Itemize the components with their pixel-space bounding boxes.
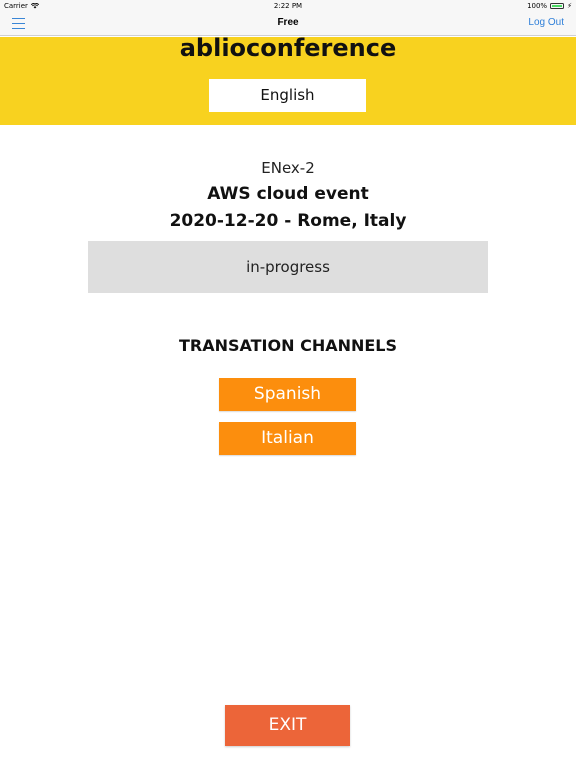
event-code: ENex-2 bbox=[261, 159, 315, 177]
event-status-badge: in-progress bbox=[88, 241, 488, 293]
exit-button[interactable]: EXIT bbox=[225, 705, 350, 746]
status-bar: Carrier 2:22 PM 100% ⚡ bbox=[0, 0, 576, 12]
channels-heading: TRANSATION CHANNELS bbox=[178, 336, 398, 355]
channel-button-italian[interactable]: Italian bbox=[219, 422, 356, 455]
language-selector[interactable]: English bbox=[209, 79, 366, 112]
battery-percent: 100% bbox=[527, 2, 548, 10]
brand-title: ablioconference bbox=[179, 34, 397, 62]
event-date-location: 2020-12-20 - Rome, Italy bbox=[169, 211, 407, 231]
battery-group: 100% ⚡ bbox=[527, 2, 572, 10]
charging-icon: ⚡ bbox=[567, 2, 572, 10]
channel-button-spanish[interactable]: Spanish bbox=[219, 378, 356, 411]
event-name: AWS cloud event bbox=[207, 184, 369, 204]
nav-title: Free bbox=[277, 17, 299, 28]
battery-icon bbox=[550, 3, 565, 9]
brand-header: ablioconference English bbox=[0, 34, 576, 125]
status-time: 2:22 PM bbox=[273, 2, 303, 10]
navigation-bar: Free Log Out bbox=[0, 12, 576, 36]
logout-button[interactable]: Log Out bbox=[528, 17, 564, 28]
